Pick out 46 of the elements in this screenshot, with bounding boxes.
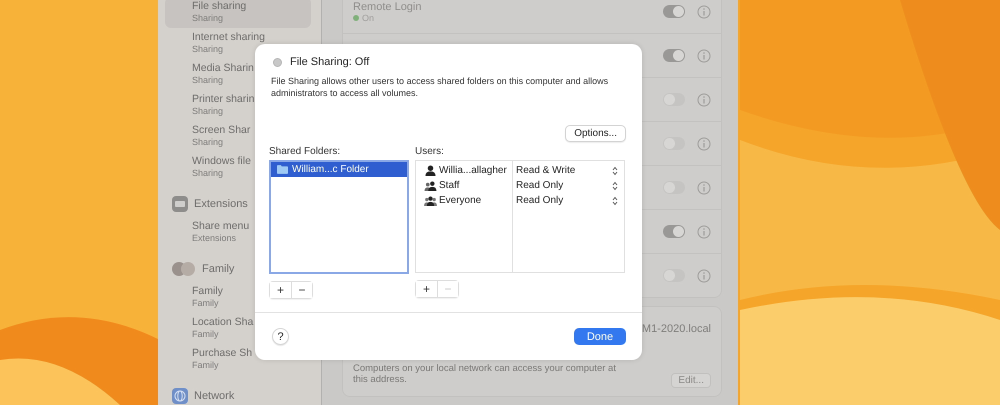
family-avatars-icon: [172, 261, 196, 277]
group-icon: [424, 180, 437, 191]
service-name: Remote Login: [353, 0, 422, 12]
sidebar-heading: Family: [202, 263, 234, 275]
dialog-description: File Sharing allows other users to access shared folders on this computer and allows administrators to access all volumes.: [271, 75, 610, 99]
edit-button[interactable]: Edit...: [671, 373, 711, 388]
folder-icon: [277, 165, 288, 174]
list-button[interactable]: −: [291, 282, 312, 298]
list-label: Users:: [415, 146, 445, 157]
info-icon[interactable]: [697, 92, 711, 106]
info-icon[interactable]: [697, 224, 711, 238]
help-button[interactable]: ?: [272, 328, 289, 345]
options-button[interactable]: Options...: [565, 125, 626, 142]
info-icon[interactable]: [697, 268, 711, 282]
sidebar-heading: Extensions: [194, 198, 248, 210]
up-down-chevron-icon: [612, 180, 618, 190]
info-icon[interactable]: [697, 48, 711, 62]
folder-row[interactable]: William...c Folder: [271, 162, 407, 177]
toggle-switch[interactable]: [663, 225, 685, 238]
group-icon: [424, 195, 437, 206]
permission-popup[interactable]: Read & Write: [513, 163, 624, 178]
globe-icon: [172, 388, 188, 404]
permission-popup[interactable]: Read Only: [513, 178, 624, 193]
up-down-chevron-icon: [612, 166, 618, 176]
folder-name: William...c Folder: [292, 164, 369, 175]
permission-popup[interactable]: Read Only: [513, 193, 624, 208]
info-icon[interactable]: [697, 136, 711, 150]
list-button[interactable]: +: [416, 281, 437, 297]
info-icon[interactable]: [697, 180, 711, 194]
sidebar-heading: Network: [194, 390, 234, 402]
person-icon: [424, 165, 437, 176]
sidebar-item[interactable]: File sharing Sharing: [165, 0, 311, 28]
user-name: Staff: [439, 180, 460, 191]
list-button[interactable]: +: [270, 282, 291, 298]
toggle-switch[interactable]: [663, 49, 685, 62]
dialog-title: File Sharing: Off: [290, 56, 370, 68]
shared-folders-list[interactable]: William...c Folder: [269, 160, 409, 274]
host-description: Computers on your local network can access your computer at this address.: [353, 363, 617, 385]
user-name: Willia...allagher: [439, 165, 507, 176]
info-icon[interactable]: [697, 4, 711, 18]
host-name: M1-2020.local: [642, 323, 711, 335]
toggle-switch[interactable]: [663, 5, 685, 18]
up-down-chevron-icon: [612, 196, 618, 206]
user-name: Everyone: [439, 195, 482, 206]
done-button[interactable]: Done: [574, 328, 626, 345]
list-label: Shared Folders:: [269, 146, 342, 157]
